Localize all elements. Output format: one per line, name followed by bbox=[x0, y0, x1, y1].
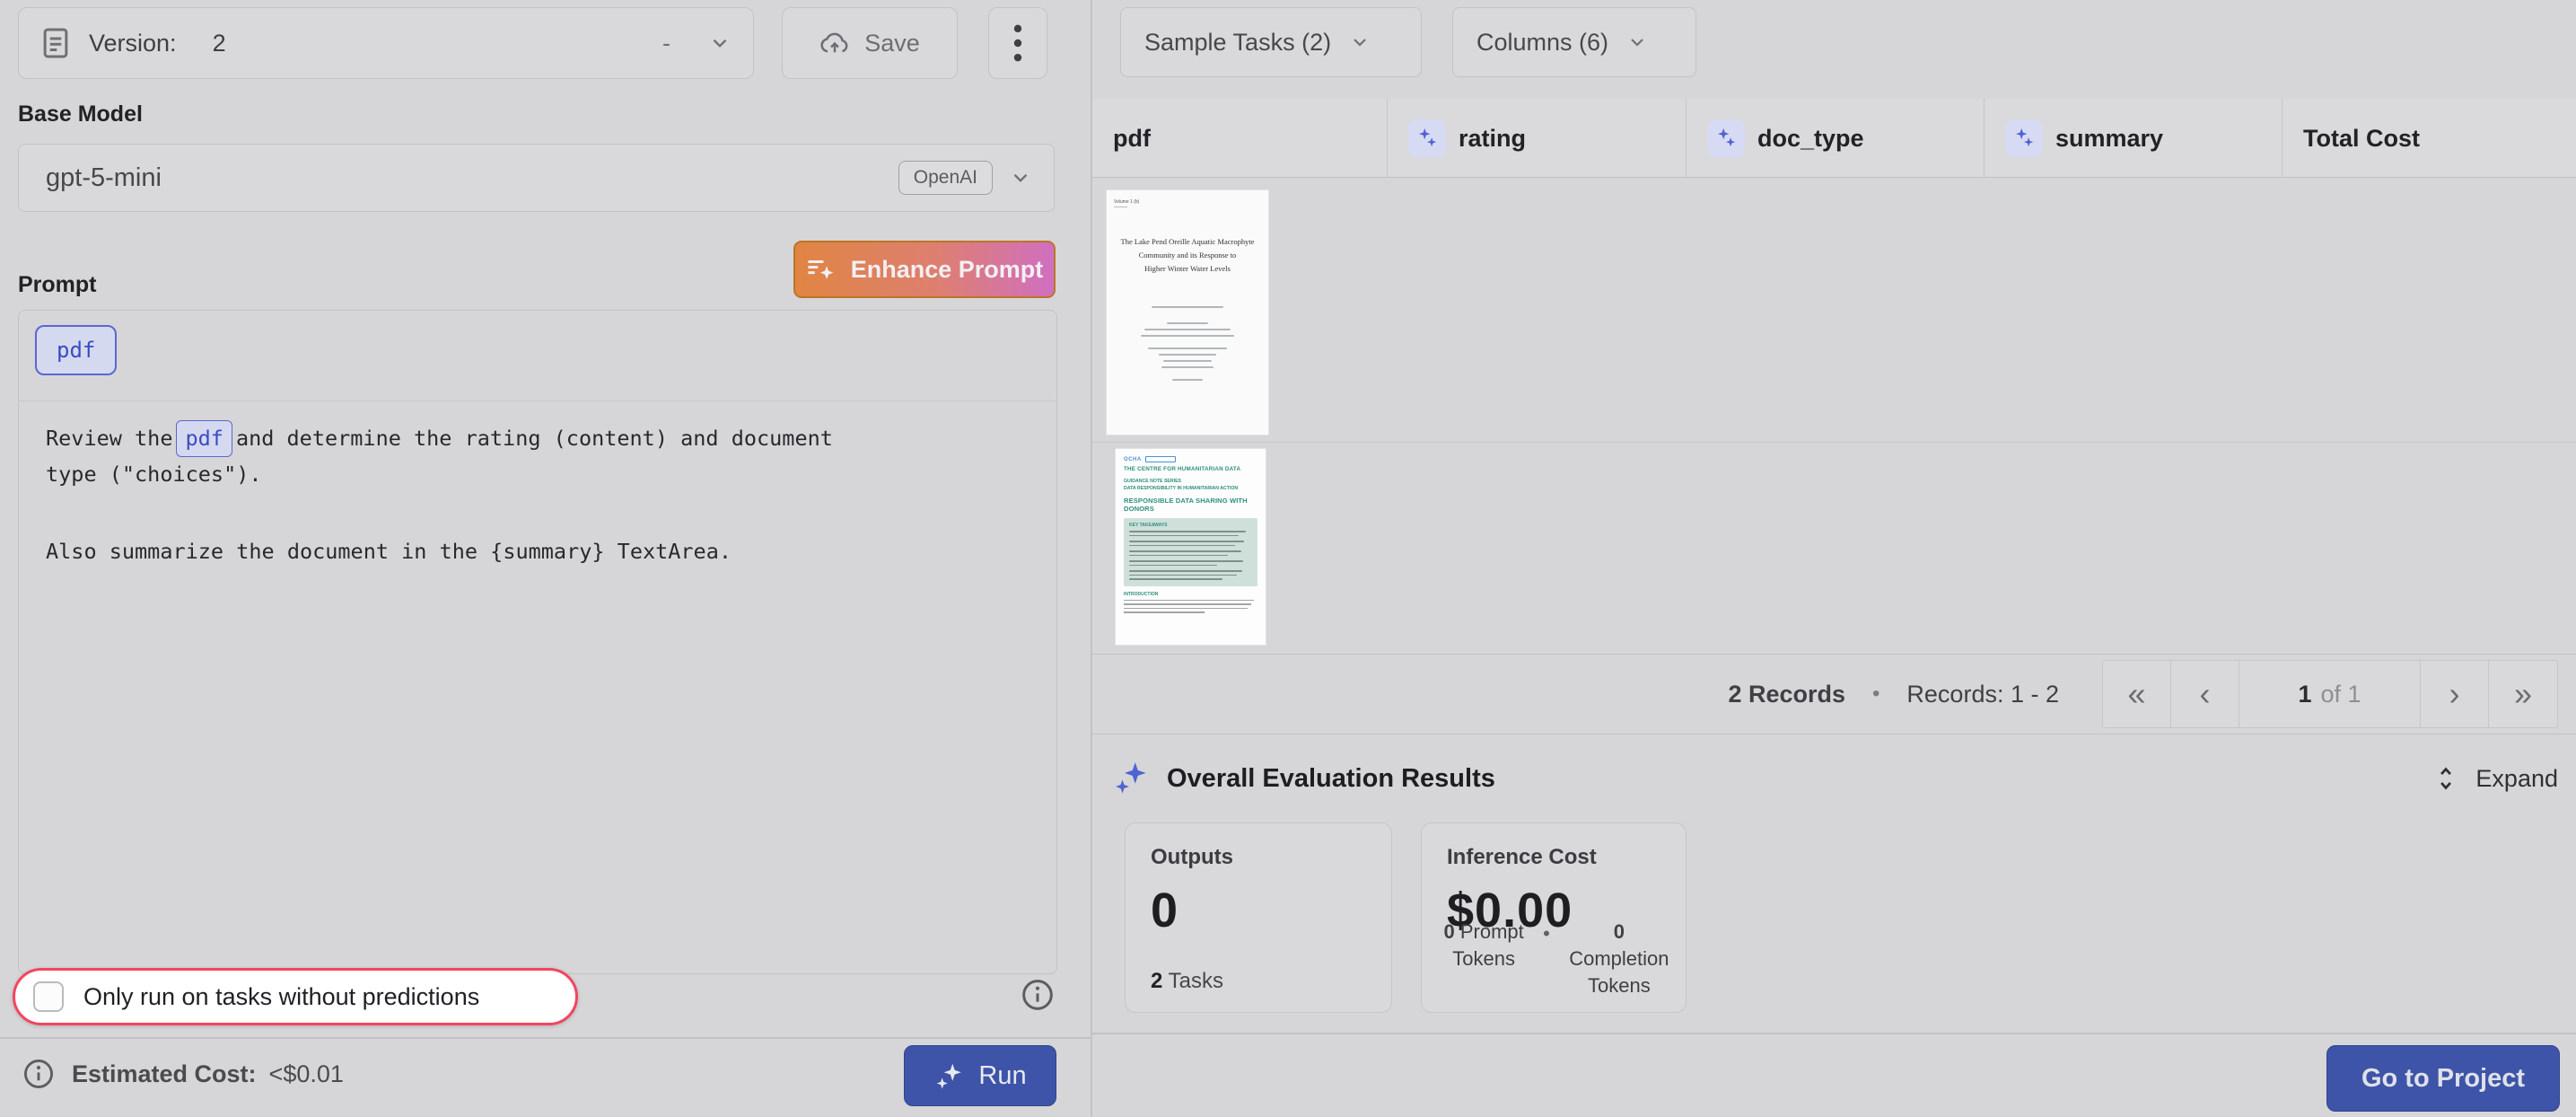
sparkle-icon bbox=[2005, 119, 2043, 157]
info-icon[interactable] bbox=[22, 1057, 56, 1091]
evaluation-title: Overall Evaluation Results bbox=[1167, 763, 1495, 793]
expand-button[interactable]: Expand bbox=[2432, 764, 2558, 793]
columns-label: Columns (6) bbox=[1476, 28, 1609, 56]
enhance-prompt-label: Enhance Prompt bbox=[850, 255, 1044, 283]
cloud-save-icon bbox=[819, 31, 850, 56]
evaluation-header: Overall Evaluation Results Expand bbox=[1092, 734, 2576, 822]
version-value: 2 bbox=[212, 29, 226, 57]
chevron-down-icon bbox=[708, 31, 732, 55]
only-run-checkbox[interactable] bbox=[33, 981, 64, 1012]
first-page-button[interactable]: « bbox=[2103, 661, 2171, 727]
sparkle-icon bbox=[1408, 119, 1446, 157]
prompt-editor[interactable]: pdf Review the pdf and determine the ratin… bbox=[18, 310, 1057, 974]
outputs-value: 0 bbox=[1151, 884, 1179, 937]
logo-box bbox=[1144, 456, 1176, 462]
prompt-line-3: Also summarize the document in the {summ… bbox=[46, 539, 732, 564]
table-header: pdf rating doc_type summary Total Cost bbox=[1092, 99, 2576, 178]
last-page-button[interactable]: » bbox=[2489, 661, 2557, 727]
chevron-down-icon bbox=[1349, 31, 1371, 53]
records-range: Records: 1 - 2 bbox=[1906, 680, 2059, 708]
column-divider bbox=[1387, 99, 1388, 178]
enhance-prompt-button[interactable]: Enhance Prompt bbox=[793, 241, 1056, 298]
version-selector[interactable]: Version: 2 - bbox=[18, 7, 754, 79]
info-icon[interactable] bbox=[1020, 977, 1056, 1013]
document-icon bbox=[42, 27, 69, 59]
column-divider bbox=[1686, 99, 1687, 178]
inference-cost-card: Inference Cost $0.00 0 Prompt Tokens • 0… bbox=[1421, 822, 1687, 1013]
previous-page-button[interactable]: ‹ bbox=[2171, 661, 2239, 727]
kebab-menu-button[interactable] bbox=[988, 7, 1047, 79]
app-window: Version: 2 - Save Base Model gpt-5-mini … bbox=[0, 0, 2576, 1117]
base-model-select[interactable]: gpt-5-mini OpenAI bbox=[18, 144, 1055, 212]
provider-badge: OpenAI bbox=[898, 161, 993, 195]
completion-tokens: 0 Completion Tokens bbox=[1569, 920, 1669, 997]
save-label: Save bbox=[864, 29, 920, 57]
prompt-line-1: Review the pdf and determine the rating (c… bbox=[46, 420, 1033, 457]
go-to-project-label: Go to Project bbox=[2361, 1063, 2526, 1093]
unfold-icon bbox=[2432, 764, 2459, 793]
only-run-checkbox-row[interactable]: Only run on tasks without predictions bbox=[13, 968, 578, 1025]
key-takeaways-box: KEY TAKEAWAYS bbox=[1124, 518, 1257, 586]
sample-tasks-dropdown[interactable]: Sample Tasks (2) bbox=[1120, 7, 1422, 77]
only-run-checkbox-label: Only run on tasks without predictions bbox=[83, 982, 480, 1010]
sample-tasks-label: Sample Tasks (2) bbox=[1144, 28, 1332, 56]
column-header-total-cost[interactable]: Total Cost bbox=[2303, 99, 2420, 178]
estimated-cost-value: <$0.01 bbox=[268, 1060, 344, 1087]
prompt-variable-chip[interactable]: pdf bbox=[35, 325, 118, 375]
chevron-down-icon bbox=[1009, 166, 1032, 189]
divider bbox=[0, 1037, 1091, 1039]
next-page-button[interactable]: › bbox=[2421, 661, 2489, 727]
chevron-down-icon bbox=[1626, 31, 1648, 53]
run-label: Run bbox=[978, 1060, 1027, 1090]
page-indicator: 1 of 1 bbox=[2239, 661, 2421, 727]
estimated-cost-row: Estimated Cost: <$0.01 bbox=[22, 1052, 344, 1095]
enhance-icon bbox=[806, 255, 837, 284]
column-header-summary[interactable]: summary bbox=[2005, 99, 2163, 178]
column-header-doc-type[interactable]: doc_type bbox=[1707, 99, 1864, 178]
go-to-project-button[interactable]: Go to Project bbox=[2326, 1045, 2560, 1112]
inline-pdf-chip[interactable]: pdf bbox=[176, 420, 232, 457]
kebab-menu-icon bbox=[1013, 24, 1022, 62]
version-current-marker: - bbox=[662, 29, 670, 57]
ocha-logo: OCHA bbox=[1124, 456, 1142, 462]
columns-dropdown[interactable]: Columns (6) bbox=[1452, 7, 1696, 77]
column-header-pdf[interactable]: pdf bbox=[1113, 99, 1151, 178]
pagination-bar: 2 Records • Records: 1 - 2 « ‹ 1 of 1 › … bbox=[1092, 654, 2576, 734]
expand-label: Expand bbox=[2475, 764, 2558, 792]
records-total: 2 Records bbox=[1728, 680, 1846, 708]
sparkle-icon bbox=[933, 1060, 964, 1091]
version-label: Version: bbox=[89, 29, 177, 57]
column-header-rating[interactable]: rating bbox=[1408, 99, 1526, 178]
pdf-thumbnail-row-2[interactable]: OCHA THE CENTRE FOR HUMANITARIAN DATA GU… bbox=[1116, 449, 1266, 645]
prompt-text[interactable]: Review the pdf and determine the rating (c… bbox=[46, 420, 1033, 569]
column-divider bbox=[1984, 99, 1985, 178]
save-button[interactable]: Save bbox=[782, 7, 958, 79]
prompt-label: Prompt bbox=[18, 272, 97, 297]
prompt-tokens: 0 Prompt Tokens bbox=[1443, 920, 1524, 970]
run-button[interactable]: Run bbox=[904, 1045, 1056, 1106]
divider bbox=[19, 400, 1056, 401]
row-divider bbox=[1092, 442, 2576, 443]
base-model-value: gpt-5-mini bbox=[46, 163, 162, 192]
estimated-cost-label: Estimated Cost: bbox=[72, 1060, 257, 1087]
pdf-thumbnail-row-1[interactable]: Volume 1 (b) ——— The Lake Pend Oreille Aq… bbox=[1107, 190, 1268, 435]
outputs-card: Outputs 0 2 Tasks bbox=[1125, 822, 1392, 1013]
sparkle-icon bbox=[1113, 760, 1151, 797]
base-model-label: Base Model bbox=[18, 101, 143, 127]
sparkle-icon bbox=[1707, 119, 1745, 157]
divider bbox=[1092, 1033, 2576, 1034]
doc1-title: The Lake Pend Oreille Aquatic Macrophyte… bbox=[1120, 237, 1255, 273]
pager: « ‹ 1 of 1 › » bbox=[2102, 660, 2558, 728]
prompt-line-2: type ("choices"). bbox=[46, 462, 262, 487]
